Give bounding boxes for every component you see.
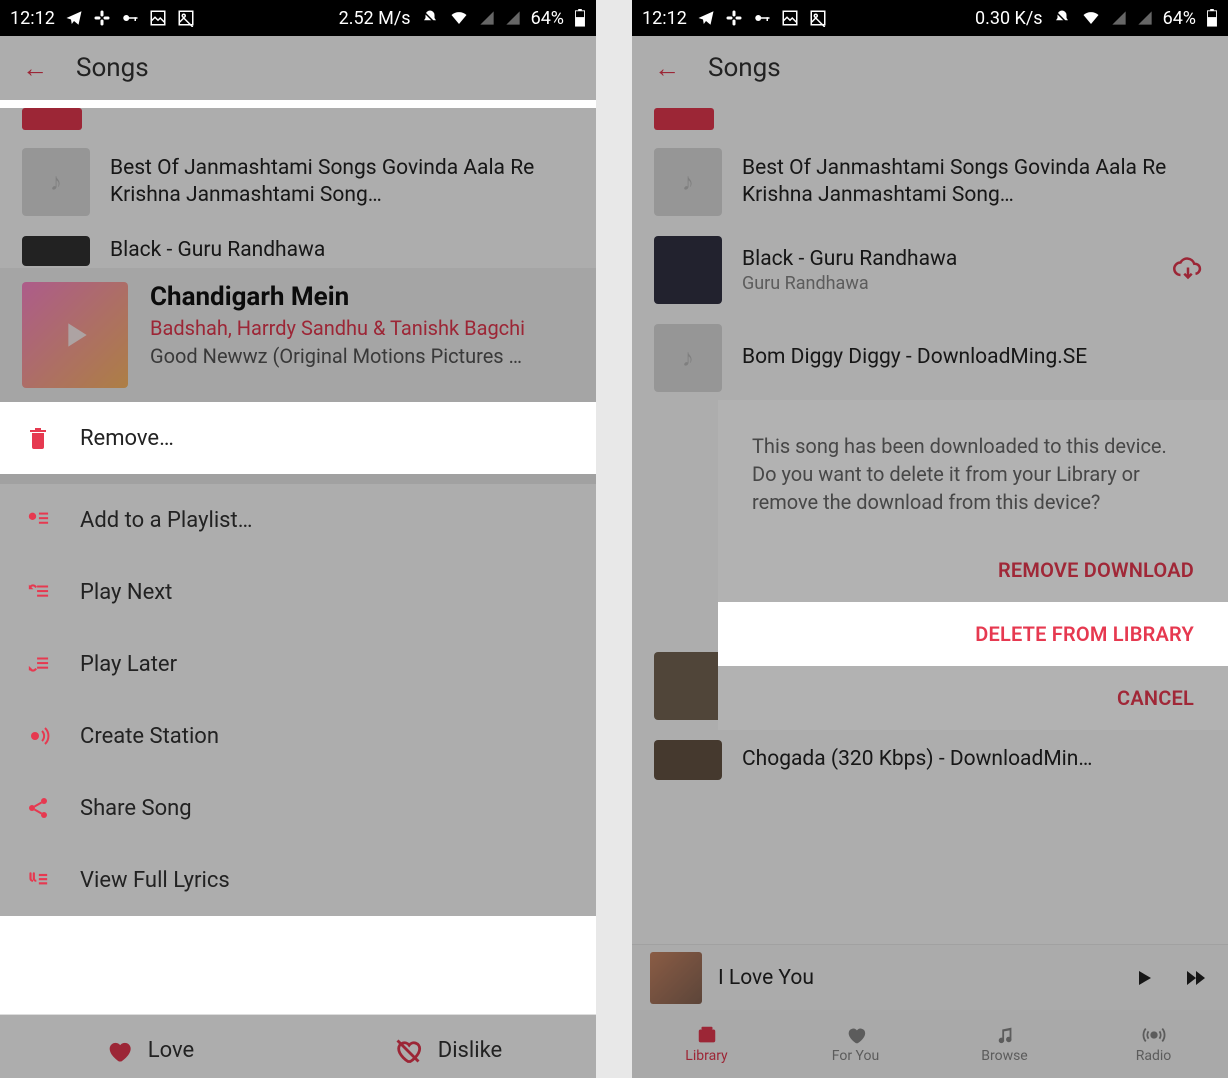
signal-icon-2 xyxy=(505,10,521,26)
signal-icon xyxy=(1111,10,1127,26)
image-icon xyxy=(149,9,167,27)
cancel-button[interactable]: CANCEL xyxy=(718,666,1228,730)
menu-label: View Full Lyrics xyxy=(80,868,230,893)
delete-from-library-button[interactable]: DELETE FROM LIBRARY xyxy=(718,602,1228,666)
menu-label: Share Song xyxy=(80,796,192,821)
telegram-icon xyxy=(697,9,715,27)
menu-label: Create Station xyxy=(80,724,219,749)
playlist-add-icon: + xyxy=(24,506,52,534)
dialog-message: This song has been downloaded to this de… xyxy=(718,400,1228,538)
status-bar: 12:12 0.30 K/s 64% xyxy=(632,0,1228,36)
battery-pct: 64% xyxy=(1163,8,1196,29)
network-speed: 2.52 M/s xyxy=(339,8,411,29)
battery-icon xyxy=(574,9,586,27)
key-icon xyxy=(753,9,771,27)
image-icon-2 xyxy=(809,9,827,27)
status-bar: 12:12 2.52 M/s 64% xyxy=(0,0,596,36)
menu-remove[interactable]: Remove… xyxy=(0,402,596,474)
trash-icon xyxy=(24,424,52,452)
signal-icon xyxy=(479,10,495,26)
menu-label: Play Later xyxy=(80,652,177,677)
station-icon: + xyxy=(24,722,52,750)
battery-pct: 64% xyxy=(531,8,564,29)
play-next-icon xyxy=(24,578,52,606)
slack-icon xyxy=(725,9,743,27)
svg-text:+: + xyxy=(33,732,38,741)
mute-icon xyxy=(421,9,439,27)
clock: 12:12 xyxy=(642,8,687,29)
reaction-footer: Love Dislike xyxy=(0,1014,596,1078)
telegram-icon xyxy=(65,9,83,27)
appbar: ← Songs xyxy=(0,36,596,100)
menu-share[interactable]: Share Song xyxy=(0,772,596,844)
clock: 12:12 xyxy=(10,8,55,29)
menu-add-playlist[interactable]: + Add to a Playlist… xyxy=(0,484,596,556)
sheet-header: Chandigarh Mein Badshah, Harrdy Sandhu &… xyxy=(0,268,596,402)
network-speed: 0.30 K/s xyxy=(975,8,1043,29)
image-icon-2 xyxy=(177,9,195,27)
menu-play-next[interactable]: Play Next xyxy=(0,556,596,628)
wifi-icon xyxy=(449,9,469,27)
lyrics-icon xyxy=(24,866,52,894)
menu-lyrics[interactable]: View Full Lyrics xyxy=(0,844,596,916)
mute-icon xyxy=(1053,9,1071,27)
menu-create-station[interactable]: + Create Station xyxy=(0,700,596,772)
phone-right: 12:12 0.30 K/s 64% ← Songs ♪ Best Of Jan… xyxy=(632,0,1228,1078)
slack-icon xyxy=(93,9,111,27)
battery-icon xyxy=(1206,9,1218,27)
menu-label: Add to a Playlist… xyxy=(80,508,252,533)
play-later-icon xyxy=(24,650,52,678)
menu-label: Play Next xyxy=(80,580,172,605)
key-icon xyxy=(121,9,139,27)
menu-play-later[interactable]: Play Later xyxy=(0,628,596,700)
svg-text:+: + xyxy=(30,512,34,521)
remove-download-button[interactable]: REMOVE DOWNLOAD xyxy=(718,538,1228,602)
delete-dialog: This song has been downloaded to this de… xyxy=(718,400,1228,730)
signal-icon-2 xyxy=(1137,10,1153,26)
share-icon xyxy=(24,794,52,822)
wifi-icon xyxy=(1081,9,1101,27)
phone-left: 12:12 2.52 M/s 64% ← Songs ♪ Best Of xyxy=(0,0,596,1078)
menu-label: Remove… xyxy=(80,426,174,451)
image-icon xyxy=(781,9,799,27)
